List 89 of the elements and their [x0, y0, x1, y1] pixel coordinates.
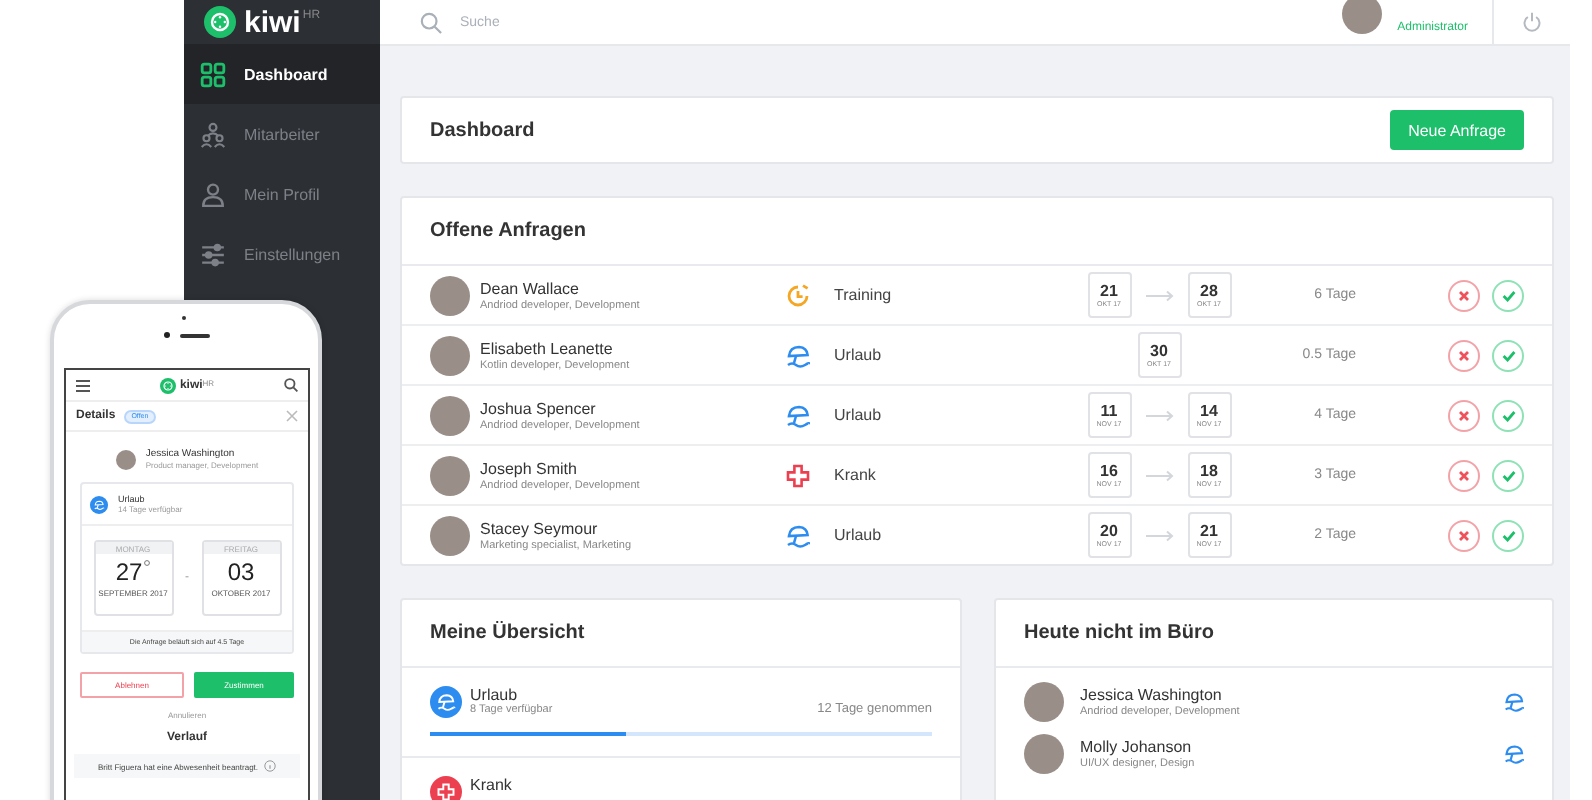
check-icon	[1501, 289, 1515, 301]
date-day: 21	[1200, 522, 1218, 540]
search-icon	[420, 11, 442, 33]
avatar	[430, 515, 470, 555]
umbrella-icon	[786, 403, 810, 427]
avatar	[430, 395, 470, 435]
avatar	[115, 449, 136, 469]
arrow-icon	[1145, 529, 1173, 541]
avatar	[430, 275, 470, 315]
reject-button[interactable]	[1448, 279, 1480, 311]
date-day: 14	[1200, 402, 1218, 420]
date-day: 03	[227, 560, 255, 586]
camera-icon	[163, 332, 169, 338]
check-icon	[1501, 469, 1515, 481]
request-type: Urlaub	[834, 406, 884, 424]
logo-text: kiwi	[244, 5, 301, 39]
person-name: Molly Johanson	[1080, 738, 1194, 756]
approve-button[interactable]	[1492, 459, 1524, 491]
date-day: 27	[115, 560, 143, 586]
request-type: Urlaub	[834, 346, 884, 364]
umbrella-icon	[786, 523, 810, 547]
new-request-button[interactable]: Neue Anfrage	[1390, 110, 1524, 150]
close-icon	[1458, 289, 1470, 301]
sidebar-item[interactable]: Dashboard	[184, 44, 380, 104]
reject-button[interactable]	[1448, 339, 1480, 371]
reject-button[interactable]	[1448, 399, 1480, 431]
check-icon	[1501, 349, 1515, 361]
approve-button[interactable]	[1492, 519, 1524, 551]
arrow-icon	[1145, 289, 1173, 301]
date-day: 21	[1100, 282, 1118, 300]
umbrella-icon	[1504, 744, 1524, 764]
person-name: Dean Wallace	[480, 279, 582, 297]
date-day: 30	[1150, 342, 1168, 360]
umbrella-icon	[430, 686, 462, 718]
close-icon	[1458, 349, 1470, 361]
arrow-icon	[1145, 409, 1173, 421]
person-name: Jessica Washington	[1080, 686, 1224, 704]
avatar	[1341, 0, 1382, 34]
arrow-icon	[1145, 469, 1173, 481]
category-label: Krank	[470, 776, 514, 794]
card-title: Heute nicht im Büro	[1024, 622, 1215, 644]
reject-button[interactable]	[1448, 519, 1480, 551]
request-type: Training	[834, 286, 894, 304]
umbrella-icon	[90, 495, 108, 513]
sliders-icon	[200, 241, 226, 267]
close-icon	[286, 410, 298, 422]
sidebar-item[interactable]: Mein Profil	[184, 164, 380, 224]
approve-button[interactable]	[1492, 279, 1524, 311]
sidebar-item[interactable]: Mitarbeiter	[184, 104, 380, 164]
approve-button[interactable]	[1492, 339, 1524, 371]
avatar	[1024, 734, 1064, 774]
person-name: Joseph Smith	[480, 459, 579, 477]
reject-button[interactable]	[1448, 459, 1480, 491]
date-day: 11	[1100, 402, 1118, 420]
cross-icon	[786, 463, 810, 487]
search-icon	[284, 378, 298, 392]
clock-icon	[786, 283, 810, 307]
approve-button[interactable]	[1492, 399, 1524, 431]
date-day: 28	[1200, 282, 1218, 300]
check-icon	[1501, 409, 1515, 421]
request-type: Krank	[834, 466, 878, 484]
kiwi-logo-icon	[204, 6, 236, 38]
menu-icon	[76, 379, 90, 391]
date-day: 20	[1100, 522, 1118, 540]
umbrella-icon	[786, 343, 810, 367]
date-day: 18	[1200, 462, 1218, 480]
avatar	[1024, 682, 1064, 722]
person-icon	[200, 181, 226, 207]
category-label: Urlaub	[470, 686, 520, 704]
avatar	[430, 455, 470, 495]
kiwi-logo-icon	[159, 377, 176, 393]
grid-icon	[200, 61, 226, 87]
page-title: Dashboard	[430, 119, 535, 141]
person-name: Elisabeth Leanette	[480, 339, 615, 357]
close-icon	[1458, 409, 1470, 421]
umbrella-icon	[1504, 692, 1524, 712]
person-name: Joshua Spencer	[480, 399, 598, 417]
person-name: Stacey Seymour	[480, 519, 600, 537]
date-day: 16	[1100, 462, 1118, 480]
sidebar-item[interactable]: Einstellungen	[184, 224, 380, 284]
request-type: Urlaub	[834, 526, 884, 544]
close-icon	[1458, 469, 1470, 481]
check-icon	[1501, 529, 1515, 541]
close-icon	[1458, 529, 1470, 541]
power-icon	[1522, 12, 1542, 32]
card-title: Offene Anfragen	[430, 220, 586, 242]
avatar	[430, 335, 470, 375]
card-title: Meine Übersicht	[430, 622, 585, 644]
people-icon	[200, 121, 226, 147]
